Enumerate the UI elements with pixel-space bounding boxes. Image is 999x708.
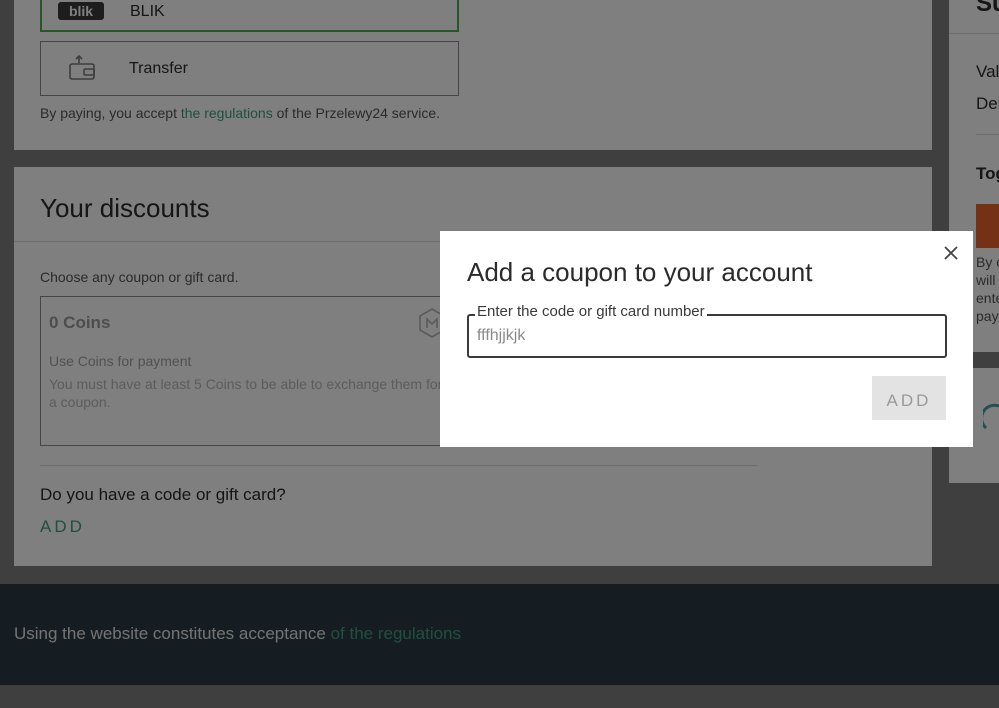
modal-title: Add a coupon to your account [467, 257, 813, 287]
coupon-field-label: Enter the code or gift card number [475, 303, 707, 320]
coupon-field-value[interactable]: fffhjjkjk [477, 327, 525, 345]
coupon-code-field[interactable]: Enter the code or gift card number fffhj… [467, 303, 947, 358]
close-icon[interactable] [942, 244, 960, 262]
modal-add-button[interactable]: ADD [872, 376, 946, 420]
add-coupon-modal: Add a coupon to your account Enter the c… [440, 231, 973, 447]
